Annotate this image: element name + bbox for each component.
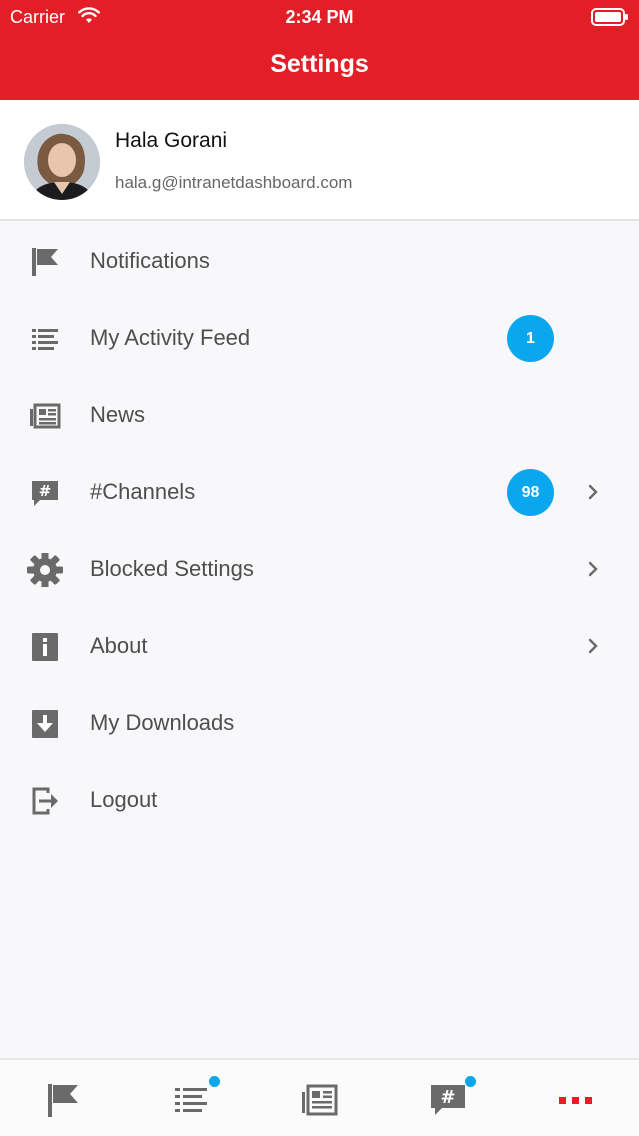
notification-dot: [465, 1076, 476, 1087]
more-icon: [559, 1097, 592, 1104]
page-title: Settings: [270, 50, 369, 78]
channels-icon: #: [431, 1085, 465, 1115]
flag-icon: [26, 245, 64, 279]
battery-icon: [591, 8, 629, 26]
menu-label: Logout: [90, 787, 158, 812]
avatar[interactable]: [24, 124, 100, 200]
menu-item-channels[interactable]: # #Channels 98: [0, 454, 639, 531]
notification-dot: [209, 1076, 220, 1087]
menu-label: #Channels: [90, 479, 196, 504]
tab-more[interactable]: [556, 1080, 596, 1120]
tab-activity-feed[interactable]: [172, 1076, 220, 1120]
menu-label: About: [90, 633, 148, 658]
menu-item-activity-feed[interactable]: My Activity Feed 1: [0, 300, 639, 377]
svg-text:#: #: [440, 1087, 455, 1108]
profile-card[interactable]: Hala Gorani hala.g@intranetdashboard.com: [0, 100, 639, 221]
app-header: Carrier 2:34 PM Settings: [0, 0, 639, 100]
menu-item-blocked-settings[interactable]: Blocked Settings: [0, 531, 639, 608]
menu-item-about[interactable]: About: [0, 608, 639, 685]
menu-label: News: [90, 402, 146, 427]
chevron-right-icon: [585, 557, 601, 581]
download-icon: [26, 707, 64, 741]
logout-icon: [26, 784, 64, 818]
flag-icon: [48, 1084, 78, 1117]
menu-item-downloads[interactable]: My Downloads: [0, 685, 639, 762]
chevron-right-icon: [585, 634, 601, 658]
info-icon: [26, 630, 64, 664]
tab-notifications[interactable]: [44, 1080, 84, 1120]
menu-item-news[interactable]: News: [0, 377, 639, 454]
menu-label: My Activity Feed: [90, 325, 251, 350]
list-icon: [175, 1088, 207, 1112]
menu-label: My Downloads: [90, 710, 235, 735]
newspaper-icon: [302, 1084, 338, 1116]
status-bar: Carrier 2:34 PM: [0, 0, 639, 34]
tab-news[interactable]: [300, 1080, 340, 1120]
newspaper-icon: [26, 399, 64, 433]
tab-bar: #: [0, 1058, 639, 1136]
channels-count-badge: 98: [507, 469, 554, 516]
svg-text:#: #: [39, 482, 52, 500]
activity-count-badge: 1: [507, 315, 554, 362]
tab-channels[interactable]: #: [428, 1076, 476, 1120]
profile-email: hala.g@intranetdashboard.com: [115, 173, 353, 192]
profile-name: Hala Gorani: [115, 129, 228, 152]
menu-label: Blocked Settings: [90, 556, 254, 581]
gear-icon: [26, 552, 64, 588]
menu-item-notifications[interactable]: Notifications: [0, 223, 639, 300]
chevron-right-icon: [585, 480, 601, 504]
channels-icon: #: [26, 476, 64, 510]
status-time: 2:34 PM: [285, 7, 354, 27]
menu-item-logout[interactable]: Logout: [0, 762, 639, 839]
list-icon: [26, 322, 64, 356]
menu-label: Notifications: [90, 248, 210, 273]
